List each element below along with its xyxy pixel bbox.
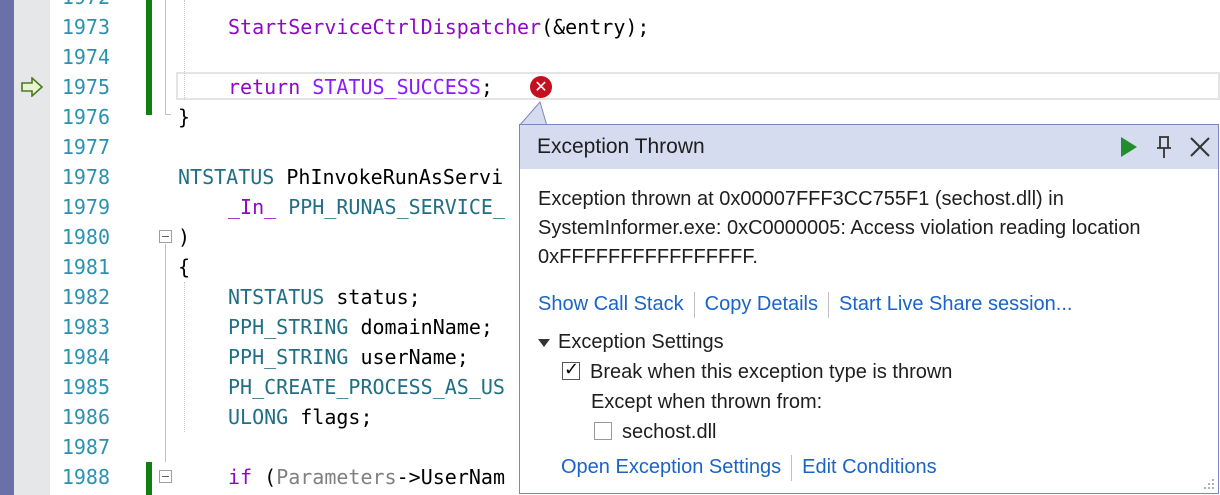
line-number-gutter: 1972 1973 1974 1975 1976 1977 1978 1979 …: [50, 0, 142, 495]
type-name: PH_CREATE_PROCESS_AS_US: [228, 375, 505, 399]
code-line-1975: return STATUS_SUCCESS;: [228, 72, 493, 102]
line-number: 1973: [61, 15, 110, 39]
line-number: 1976: [61, 105, 110, 129]
line-number: 1981: [61, 255, 110, 279]
function-name: PhInvokeRunAsServi: [286, 165, 504, 189]
exception-settings-toggle[interactable]: Exception Settings: [538, 331, 724, 354]
link-separator: [828, 291, 830, 318]
indent-guide: [184, 282, 185, 432]
line-number: 1977: [61, 135, 110, 159]
outlining-margin: [152, 0, 176, 495]
line-number: 1972: [50, 0, 110, 12]
live-share-link[interactable]: Start Live Share session...: [839, 293, 1072, 315]
type-name: PPH_STRING: [228, 315, 349, 339]
message-line: SystemInformer.exe: 0xC0000005: Access v…: [538, 217, 1141, 239]
code-line-1979: _In_ PPH_RUNAS_SERVICE_: [228, 192, 505, 222]
keyword: return: [228, 75, 301, 99]
left-strip: [0, 0, 14, 495]
checkbox-label: sechost.dll: [622, 421, 717, 443]
action-links: Show Call Stack Copy Details Start Live Sh…: [538, 291, 1072, 318]
line-number: 1978: [61, 165, 110, 189]
link-separator: [791, 454, 793, 481]
type-name: PPH_RUNAS_SERVICE_: [288, 195, 505, 219]
continue-play-icon[interactable]: [1114, 133, 1142, 161]
code-line-1988: if (Parameters->UserNam: [228, 462, 505, 492]
message-line: 0xFFFFFFFFFFFFFFFF.: [538, 246, 758, 268]
line-number: 1985: [61, 375, 110, 399]
line-number: 1987: [61, 435, 110, 459]
line-number: 1982: [61, 285, 110, 309]
outline-guide: [165, 244, 166, 462]
parameter: Parameters: [276, 465, 397, 489]
line-number: 1980: [61, 225, 110, 249]
line-number: 1988: [61, 465, 110, 489]
variable: userName;: [360, 345, 469, 369]
code-line-1976: }: [178, 105, 191, 129]
settings-header-label: Exception Settings: [558, 331, 724, 353]
variable: flags;: [300, 405, 373, 429]
code-line-1981: {: [178, 255, 191, 279]
collapse-toggle[interactable]: [159, 230, 172, 243]
line-number: 1979: [61, 195, 110, 219]
checkbox-unchecked-icon[interactable]: [594, 422, 612, 440]
function-call: StartServiceCtrlDispatcher: [228, 15, 542, 39]
code-line-1986: ULONG flags;: [228, 402, 373, 432]
code-line-1983: PPH_STRING domainName;: [228, 312, 493, 342]
code-text: ;: [480, 75, 493, 99]
close-icon[interactable]: [1186, 133, 1214, 161]
code-text: ->UserNam: [396, 465, 505, 489]
indent-guide: [184, 0, 185, 100]
open-exception-settings-link[interactable]: Open Exception Settings: [561, 456, 781, 478]
line-number: 1974: [61, 45, 110, 69]
code-line-1973: StartServiceCtrlDispatcher(&entry);: [228, 12, 649, 42]
exception-error-icon[interactable]: ✕: [530, 76, 552, 98]
code-text: (&entry);: [541, 15, 650, 39]
popup-header: Exception Thrown: [520, 125, 1218, 169]
copy-details-link[interactable]: Copy Details: [705, 293, 818, 315]
pin-icon[interactable]: [1150, 133, 1178, 161]
show-call-stack-link[interactable]: Show Call Stack: [538, 293, 684, 315]
line-number: 1986: [61, 405, 110, 429]
type-name: NTSTATUS: [228, 285, 325, 309]
macro: STATUS_SUCCESS: [312, 75, 481, 99]
type-name: PPH_STRING: [228, 345, 349, 369]
edit-conditions-link[interactable]: Edit Conditions: [802, 456, 937, 478]
code-text: (: [264, 465, 277, 489]
macro: _In_: [228, 195, 277, 219]
message-line: Exception thrown at 0x00007FFF3CC755F1 (…: [538, 188, 1064, 210]
outline-guide: [165, 0, 166, 115]
resize-grip-icon[interactable]: [1203, 478, 1215, 490]
type-name: NTSTATUS: [178, 165, 275, 189]
collapse-toggle[interactable]: [159, 470, 172, 483]
code-line-1978: NTSTATUS PhInvokeRunAsServi: [178, 162, 503, 192]
current-statement-arrow-icon: [21, 77, 44, 97]
settings-links: Open Exception Settings Edit Conditions: [561, 454, 937, 481]
except-when-label: Except when thrown from:: [591, 391, 823, 413]
code-line-1980: ): [178, 225, 191, 249]
variable: domainName;: [360, 315, 493, 339]
line-number: 1984: [61, 345, 110, 369]
code-line-1982: NTSTATUS status;: [228, 282, 421, 312]
break-when-thrown-checkbox[interactable]: Break when this exception type is thrown: [562, 359, 953, 384]
link-separator: [693, 291, 695, 318]
type-name: ULONG: [228, 405, 289, 429]
line-number: 1983: [61, 315, 110, 339]
glyph-margin[interactable]: [14, 0, 50, 495]
exception-helper-popup: Exception Thrown Exception thrown at 0x0…: [519, 124, 1219, 494]
popup-title: Exception Thrown: [537, 135, 705, 158]
sechost-dll-checkbox[interactable]: sechost.dll: [594, 421, 717, 444]
outline-end: [165, 114, 171, 115]
code-line-1984: PPH_STRING userName;: [228, 342, 469, 372]
exception-message: Exception thrown at 0x00007FFF3CC755F1 (…: [538, 185, 1198, 272]
keyword: if: [228, 465, 253, 489]
checkbox-checked-icon[interactable]: [562, 359, 580, 380]
variable: status;: [336, 285, 421, 309]
expand-triangle-icon: [538, 338, 550, 347]
checkbox-label: Break when this exception type is thrown: [590, 361, 953, 383]
line-number: 1975: [61, 75, 110, 99]
code-line-1985: PH_CREATE_PROCESS_AS_US: [228, 372, 505, 402]
popup-pointer: [518, 100, 548, 126]
